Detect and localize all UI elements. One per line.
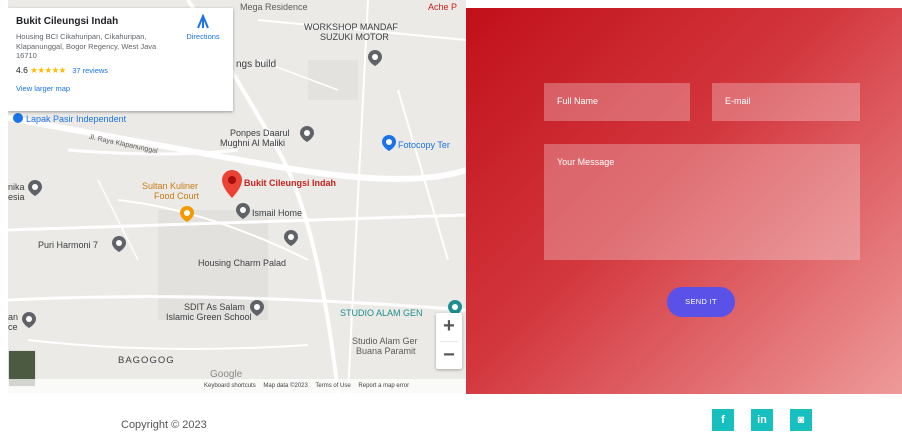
map-label: Ismail Home: [252, 208, 303, 218]
location-pin-icon: [300, 126, 314, 142]
send-button[interactable]: SEND IT: [667, 287, 735, 317]
map-label: Food Court: [154, 191, 200, 201]
restaurant-pin-icon: [180, 206, 194, 222]
location-pin-icon: [250, 300, 264, 316]
location-pin-icon: [28, 180, 42, 196]
message-field[interactable]: Your Message: [544, 144, 860, 260]
selected-location-marker-icon[interactable]: [222, 170, 242, 198]
instagram-icon[interactable]: ◙: [790, 409, 812, 431]
map-label: Housing Charm Palad: [198, 258, 287, 268]
facebook-icon[interactable]: f: [712, 409, 734, 431]
map-label: Mega Residence: [240, 2, 308, 12]
map-label: Fotocopy Ter: [398, 140, 450, 150]
map-label: Buana Paramit: [356, 346, 416, 356]
map-label: ce: [8, 322, 18, 332]
zoom-control: + −: [436, 313, 462, 369]
copyright-text: Copyright © 2023: [121, 419, 207, 431]
location-pin-icon: [368, 50, 382, 66]
star-rating-icon: ★★★★★: [30, 64, 66, 75]
place-address: Housing BCI Cikahuripan, Cikahuripan, Kl…: [16, 32, 157, 60]
map-label: Puri Harmoni 7: [38, 240, 99, 250]
directions-button[interactable]: Directions: [180, 13, 226, 41]
zoom-in-button[interactable]: +: [436, 313, 462, 341]
directions-icon: [197, 13, 209, 29]
location-pin-icon: [284, 230, 298, 246]
map-label: STUDIO ALAM GEN: [340, 308, 423, 318]
map-attribution: Keyboard shortcuts Map data ©2023 Terms …: [8, 379, 466, 393]
place-info-card: Bukit Cileungsi Indah Housing BCI Cikahu…: [8, 8, 233, 111]
map-label: WORKSHOP MANDAF: [304, 22, 398, 32]
map-data-text: Map data ©2023: [263, 383, 308, 389]
contact-form: Full Name E-mail Your Message SEND IT: [466, 8, 902, 394]
map-label: nika: [8, 182, 25, 192]
email-field[interactable]: E-mail: [712, 83, 860, 121]
terms-link[interactable]: Terms of Use: [315, 383, 350, 389]
map-label: Mughni Al Maliki: [220, 138, 286, 148]
rating-value: 4.6: [16, 64, 28, 75]
map-embed[interactable]: Mega Residence Ache P WORKSHOP MANDAF SU…: [8, 0, 466, 393]
keyboard-shortcuts-link[interactable]: Keyboard shortcuts: [204, 383, 256, 389]
map-label: Lapak Pasir Independent: [26, 114, 127, 124]
location-pin-icon: [236, 203, 250, 219]
full-name-field[interactable]: Full Name: [544, 83, 690, 121]
linkedin-icon[interactable]: in: [751, 409, 773, 431]
view-larger-map-link[interactable]: View larger map: [16, 84, 233, 93]
location-pin-icon: [13, 113, 23, 123]
map-label: Ponpes Daarul: [230, 128, 290, 138]
map-label: an: [8, 312, 19, 322]
location-pin-icon: [382, 135, 396, 151]
map-label: Sultan Kuliner: [142, 181, 199, 191]
map-label: Studio Alam Ger: [352, 336, 418, 346]
map-label: ngs build: [236, 59, 277, 70]
reviews-link[interactable]: 37 reviews: [72, 66, 108, 75]
map-label: BAGOGOG: [118, 355, 175, 366]
map-label: SUZUKI MOTOR: [320, 32, 389, 42]
zoom-out-button[interactable]: −: [436, 342, 462, 370]
map-label: Bukit Cileungsi Indah: [244, 178, 337, 188]
directions-label: Directions: [186, 32, 220, 41]
map-label: SDIT As Salam: [184, 302, 245, 312]
report-error-link[interactable]: Report a map error: [358, 383, 409, 389]
place-rating: 4.6 ★★★★★ 37 reviews: [16, 65, 233, 76]
location-pin-icon: [112, 236, 126, 252]
location-pin-icon: [22, 312, 36, 328]
map-label: Islamic Green School: [166, 312, 252, 322]
map-label: esia: [8, 192, 25, 202]
map-label: Ache P: [428, 2, 458, 12]
